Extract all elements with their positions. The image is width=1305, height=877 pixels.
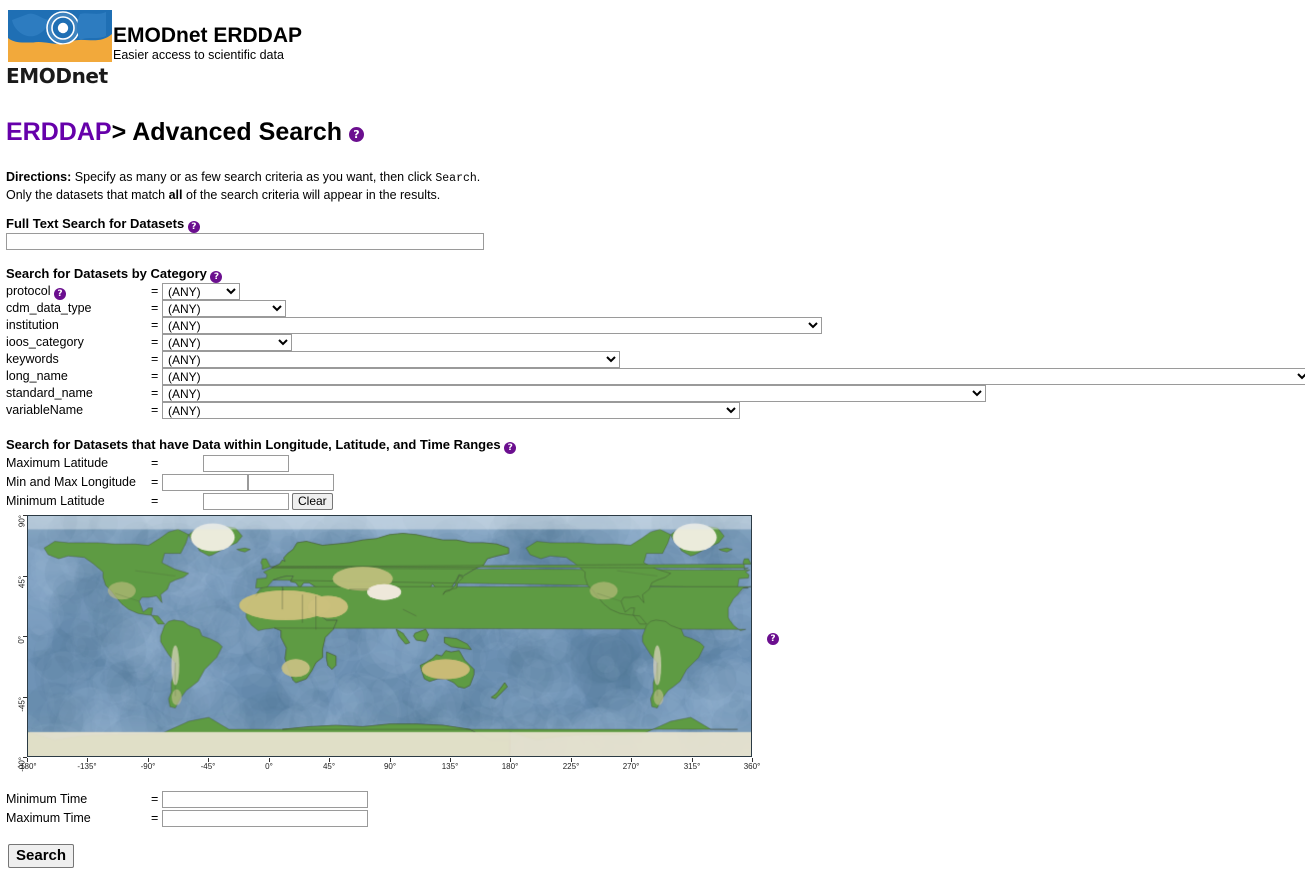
map-y-tick-label: 45° — [17, 576, 27, 589]
map-y-tick-label: -45° — [17, 697, 27, 712]
category-label-variableName: variableName — [6, 403, 84, 417]
map-latitude-axis: 90° 45° 0° -45° -90° — [8, 515, 27, 772]
category-label-standard_name: standard_name — [6, 386, 93, 400]
category-label-text: Search for Datasets by Category — [6, 266, 207, 281]
ranges-label-text: Search for Datasets that have Data withi… — [6, 437, 501, 452]
emodnet-logo-icon — [8, 10, 112, 62]
fulltext-section-label: Full Text Search for Datasets ? — [6, 216, 200, 233]
map-x-tick-label: 225° — [562, 762, 580, 771]
ranges-help-icon[interactable]: ? — [504, 442, 517, 454]
category-equals-long_name: = — [151, 369, 159, 383]
ranges-section-label: Search for Datasets that have Data withi… — [6, 437, 517, 454]
max-latitude-label: Maximum Latitude — [6, 456, 109, 470]
category-help-icon[interactable]: ? — [210, 271, 223, 283]
category-section-label: Search for Datasets by Category ? — [6, 266, 223, 283]
map-x-tick-label: -45° — [200, 762, 216, 771]
category-equals-standard_name: = — [151, 386, 159, 400]
map-x-tick-label: -180° — [17, 762, 37, 771]
map-x-tick-label: 135° — [441, 762, 459, 771]
directions-line2-text-a: Only the datasets that match — [6, 188, 166, 202]
category-label-institution: institution — [6, 318, 59, 332]
fulltext-label-text: Full Text Search for Datasets — [6, 216, 185, 231]
category-equals-variableName: = — [151, 403, 159, 417]
category-select-cdm_data_type[interactable]: (ANY) — [162, 300, 286, 317]
directions-text: Directions: Specify as many or as few se… — [6, 169, 480, 203]
page-title-section: Advanced Search — [132, 118, 343, 146]
max-latitude-input[interactable] — [203, 455, 289, 472]
map-x-tick-label: 90° — [383, 762, 397, 771]
page-title: ERDDAP> Advanced Search ? — [6, 118, 364, 147]
map-y-tick-label: 0° — [17, 636, 27, 644]
category-label-cdm_data_type: cdm_data_type — [6, 301, 92, 315]
map-help-icon[interactable]: ? — [767, 633, 779, 645]
map-x-tick-label: 270° — [622, 762, 640, 771]
minmax-longitude-equals: = — [151, 475, 159, 489]
max-longitude-input[interactable] — [248, 474, 334, 491]
maximum-time-input[interactable] — [162, 810, 368, 827]
directions-line2-bold: all — [168, 188, 183, 202]
directions-line-1: Directions: Specify as many or as few se… — [6, 169, 480, 187]
map-x-tick-label: -90° — [140, 762, 156, 771]
category-equals-cdm_data_type: = — [151, 301, 159, 315]
directions-line2-text-b: of the search criteria will appear in th… — [186, 188, 441, 202]
category-select-standard_name[interactable]: (ANY) — [162, 385, 986, 402]
emodnet-logo-mark — [6, 8, 114, 64]
category-select-variableName[interactable]: (ANY) — [162, 402, 740, 419]
minimum-time-label: Minimum Time — [6, 792, 88, 806]
maximum-time-equals: = — [151, 811, 159, 825]
world-map-selector[interactable]: 90° 45° 0° -45° -90° -180° -135° -90° -45° 0° 45°… — [8, 508, 768, 776]
page-header: EMODnet EMODnet ERDDAP Easier access to … — [0, 0, 1305, 98]
fulltext-search-input[interactable] — [6, 233, 484, 250]
category-label-ioos_category: ioos_category — [6, 335, 84, 349]
category-equals-protocol: = — [151, 284, 159, 298]
maximum-time-label: Maximum Time — [6, 811, 91, 825]
max-latitude-equals: = — [151, 456, 159, 470]
map-x-tick-label: 45° — [322, 762, 336, 771]
category-equals-keywords: = — [151, 352, 159, 366]
directions-line1-end: . — [476, 170, 481, 184]
map-frame[interactable] — [27, 515, 752, 757]
map-x-tick-label: 180° — [501, 762, 519, 771]
minimum-time-input[interactable] — [162, 791, 368, 808]
map-y-tick-label: 90° — [17, 515, 27, 528]
directions-line1-text: Specify as many or as few search criteri… — [74, 170, 432, 184]
directions-label: Directions: — [6, 170, 72, 184]
category-label-protocol: protocol ? — [6, 283, 66, 300]
emodnet-wordmark: EMODnet — [6, 64, 108, 88]
category-equals-ioos_category: = — [151, 335, 159, 349]
directions-search-word: Search — [435, 172, 477, 185]
minmax-longitude-label: Min and Max Longitude — [6, 475, 136, 489]
site-title-block: EMODnet ERDDAP Easier access to scientif… — [113, 24, 302, 63]
page-title-separator: > — [111, 118, 127, 146]
emodnet-logo: EMODnet — [6, 8, 114, 92]
category-label-keywords: keywords — [6, 352, 59, 366]
category-select-long_name[interactable]: (ANY) — [162, 368, 1305, 385]
category-help-icon-protocol[interactable]: ? — [53, 288, 66, 300]
category-select-keywords[interactable]: (ANY) — [162, 351, 620, 368]
map-x-tick-label: 0° — [265, 762, 273, 771]
world-map-image[interactable] — [28, 516, 751, 756]
directions-line-2: Only the datasets that match all of the … — [6, 187, 480, 203]
min-longitude-input[interactable] — [162, 474, 248, 491]
site-tagline: Easier access to scientific data — [113, 48, 284, 62]
map-longitude-axis: -180° -135° -90° -45° 0° 45° 90° 135° 180° 225° 27… — [17, 758, 760, 774]
category-select-institution[interactable]: (ANY) — [162, 317, 822, 334]
category-select-ioos_category[interactable]: (ANY) — [162, 334, 292, 351]
category-equals-institution: = — [151, 318, 159, 332]
search-button[interactable]: Search — [8, 844, 75, 868]
fulltext-help-icon[interactable]: ? — [187, 221, 200, 233]
site-title: EMODnet ERDDAP — [113, 24, 303, 47]
map-x-tick-label: -135° — [77, 762, 97, 771]
map-x-tick-label: 315° — [683, 762, 701, 771]
minimum-time-equals: = — [151, 792, 159, 806]
erddap-home-link[interactable]: ERDDAP — [6, 118, 112, 146]
page-title-help-icon[interactable]: ? — [349, 127, 364, 142]
category-label-long_name: long_name — [6, 369, 68, 383]
map-x-tick-label: 360° — [743, 762, 761, 771]
category-select-protocol[interactable]: (ANY) — [162, 283, 240, 300]
